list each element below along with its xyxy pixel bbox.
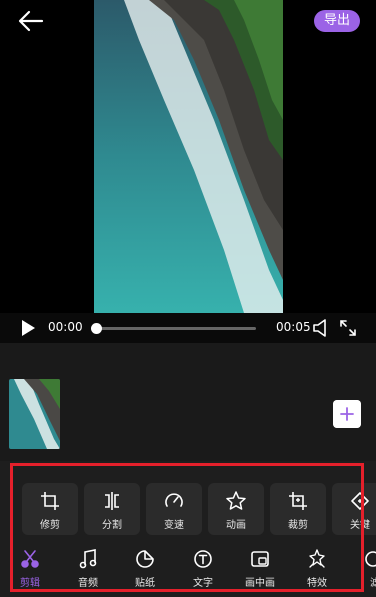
play-icon[interactable] bbox=[20, 319, 36, 337]
current-time: 00:00 bbox=[48, 320, 83, 334]
nav-text[interactable]: 文字 bbox=[180, 547, 226, 593]
tool-crop-button[interactable]: 裁剪 bbox=[270, 483, 326, 535]
nav-label: 特效 bbox=[307, 578, 327, 589]
nav-label: 音频 bbox=[78, 578, 98, 589]
picture-in-picture-icon bbox=[251, 551, 269, 567]
nav-filter[interactable]: 滤 bbox=[352, 547, 376, 593]
tool-animation-button[interactable]: 动画 bbox=[208, 483, 264, 535]
text-icon bbox=[194, 550, 212, 568]
sticker-icon bbox=[136, 550, 154, 568]
seek-handle[interactable] bbox=[91, 323, 102, 334]
bottom-nav: 剪辑 音频 贴纸 文字 画中画 特效 滤 bbox=[0, 547, 376, 593]
tool-row: 修剪 分割 变速 动画 裁剪 关键 bbox=[22, 483, 376, 535]
split-icon bbox=[105, 492, 119, 510]
tool-label: 变速 bbox=[164, 520, 184, 531]
nav-label: 文字 bbox=[193, 578, 213, 589]
playback-controls: 00:00 00:05 bbox=[0, 313, 376, 343]
keyframe-icon bbox=[351, 492, 369, 510]
crop-icon bbox=[41, 492, 59, 510]
speed-icon bbox=[165, 493, 183, 507]
nav-label: 画中画 bbox=[245, 578, 275, 589]
seek-bar[interactable] bbox=[91, 323, 256, 334]
tool-label: 分割 bbox=[102, 520, 122, 531]
scissors-icon bbox=[21, 550, 39, 568]
volume-icon[interactable] bbox=[312, 318, 330, 338]
filter-icon bbox=[365, 551, 376, 567]
nav-edit[interactable]: 剪辑 bbox=[7, 547, 53, 593]
nav-label: 滤 bbox=[370, 578, 376, 589]
nav-picture-in-picture[interactable]: 画中画 bbox=[237, 547, 283, 593]
nav-label: 贴纸 bbox=[135, 578, 155, 589]
star-icon bbox=[226, 491, 246, 510]
duration-time: 00:05 bbox=[276, 320, 311, 334]
fullscreen-icon[interactable] bbox=[338, 318, 358, 338]
tool-label: 修剪 bbox=[40, 520, 60, 531]
video-frame bbox=[94, 0, 283, 313]
export-button[interactable]: 导出 bbox=[314, 10, 360, 32]
tool-speed-button[interactable]: 变速 bbox=[146, 483, 202, 535]
nav-label: 剪辑 bbox=[20, 578, 40, 589]
back-arrow-icon[interactable] bbox=[16, 8, 46, 34]
edit-toolbar: 修剪 分割 变速 动画 裁剪 关键 剪辑 音频 贴纸 文字 画中画 特效 滤 bbox=[0, 461, 376, 597]
tool-label: 裁剪 bbox=[288, 520, 308, 531]
video-preview: 导出 bbox=[0, 0, 376, 313]
timeline-track bbox=[0, 343, 376, 461]
tool-label: 关键 bbox=[350, 520, 370, 531]
crop-icon bbox=[289, 492, 307, 510]
tool-trim-button[interactable]: 修剪 bbox=[22, 483, 78, 535]
clip-thumbnail[interactable] bbox=[9, 379, 60, 449]
tool-keyframe-button[interactable]: 关键 bbox=[332, 483, 376, 535]
add-clip-button[interactable] bbox=[333, 400, 361, 428]
tool-split-button[interactable]: 分割 bbox=[84, 483, 140, 535]
effects-icon bbox=[309, 549, 325, 568]
music-note-icon bbox=[79, 549, 97, 569]
tool-label: 动画 bbox=[226, 520, 246, 531]
nav-effects[interactable]: 特效 bbox=[294, 547, 340, 593]
nav-sticker[interactable]: 贴纸 bbox=[122, 547, 168, 593]
nav-audio[interactable]: 音频 bbox=[65, 547, 111, 593]
